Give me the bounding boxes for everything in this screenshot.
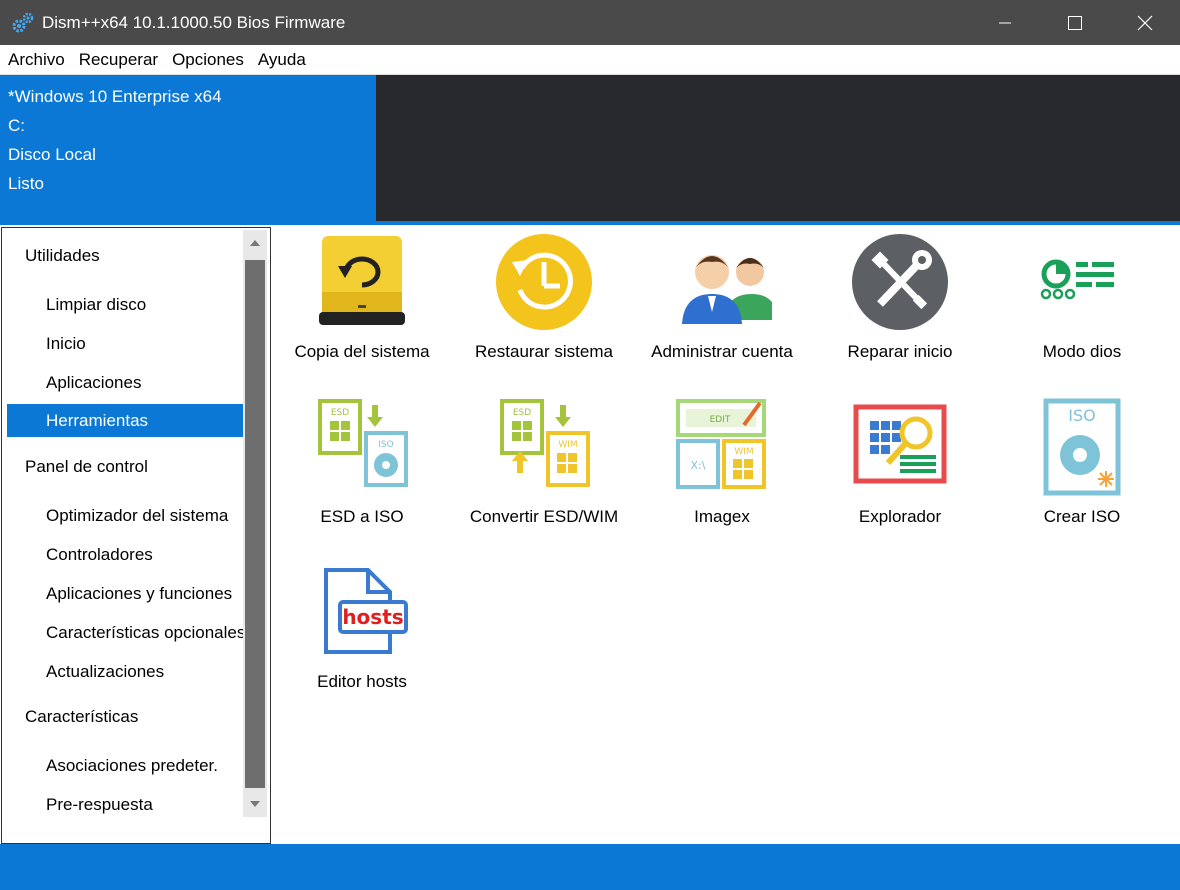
session-list-area xyxy=(376,75,1180,223)
tool-explorador[interactable]: Explorador xyxy=(810,397,990,547)
tool-copia-del-sistema[interactable]: Copia del sistema xyxy=(272,232,452,382)
tool-label: Explorador xyxy=(858,507,942,526)
wim-icon-text: WIM xyxy=(558,440,577,450)
tool-modo-dios[interactable]: Modo dios xyxy=(992,232,1172,382)
imagex-icon: EDIT X:\ WIM xyxy=(672,397,772,497)
iso-icon-text: ISO xyxy=(378,440,393,450)
minimize-icon xyxy=(999,22,1011,23)
gears-icon xyxy=(10,10,36,36)
menu-ayuda[interactable]: Ayuda xyxy=(258,50,306,70)
scroll-up-arrow-icon[interactable] xyxy=(243,232,267,254)
wim-icon-text: WIM xyxy=(734,447,753,457)
tool-label: Administrar cuenta xyxy=(651,342,793,361)
close-icon xyxy=(1137,15,1153,30)
header-divider xyxy=(0,221,1180,225)
os-name: *Windows 10 Enterprise x64 xyxy=(8,87,222,106)
esd-icon-text: ESD xyxy=(331,408,349,418)
restore-clock-icon xyxy=(494,232,594,332)
scroll-down-arrow-icon[interactable] xyxy=(243,793,267,815)
system-backup-drive-icon xyxy=(312,232,412,332)
sidebar: Utilidades Limpiar disco Inicio Aplicaci… xyxy=(1,227,271,844)
nav-group-utilidades: Utilidades xyxy=(25,246,100,265)
tool-label: Crear ISO xyxy=(1043,507,1121,526)
hosts-file-icon: hosts xyxy=(312,562,412,662)
sidebar-item-pre-respuesta[interactable]: Pre-respuesta xyxy=(7,788,243,821)
menu-opciones[interactable]: Opciones xyxy=(172,50,244,70)
hosts-icon-text: hosts xyxy=(342,605,403,629)
iso-icon-text: ISO xyxy=(1068,406,1095,425)
repair-tools-icon xyxy=(850,232,950,332)
tool-esd-a-iso[interactable]: ESD ISO ESD a ISO xyxy=(272,397,452,547)
esd-icon-text: ESD xyxy=(513,408,531,418)
sidebar-item-herramientas[interactable]: Herramientas xyxy=(7,404,243,437)
edit-icon-text: EDIT xyxy=(710,415,731,425)
window-controls xyxy=(970,0,1180,45)
nav-group-panel-de-control: Panel de control xyxy=(25,457,148,476)
menu-recuperar[interactable]: Recuperar xyxy=(79,50,158,70)
sidebar-item-aplicaciones[interactable]: Aplicaciones xyxy=(7,366,243,399)
session-info-panel[interactable]: *Windows 10 Enterprise x64 C: Disco Loca… xyxy=(0,75,376,223)
tool-crear-iso[interactable]: ISO Crear ISO xyxy=(992,397,1172,547)
maximize-button[interactable] xyxy=(1040,0,1110,45)
tool-editor-hosts[interactable]: hosts Editor hosts xyxy=(272,562,452,712)
tool-administrar-cuenta[interactable]: Administrar cuenta xyxy=(632,232,812,382)
drive-letter: C: xyxy=(8,116,25,135)
convert-esd-wim-icon: ESD WIM xyxy=(494,397,594,497)
menu-bar: Archivo Recuperar Opciones Ayuda xyxy=(0,45,1180,75)
disk-name: Disco Local xyxy=(8,145,96,164)
tool-convertir-esd-wim[interactable]: ESD WIM Convertir ESD/WIM xyxy=(454,397,634,547)
sidebar-item-optimizador[interactable]: Optimizador del sistema xyxy=(7,499,243,532)
xa-icon-text: X:\ xyxy=(691,459,706,472)
sidebar-item-inicio[interactable]: Inicio xyxy=(7,327,243,360)
create-iso-icon: ISO xyxy=(1032,397,1132,497)
tools-panel: Copia del sistema Restaurar sistema Admi… xyxy=(272,227,1180,844)
nav-group-caracteristicas: Características xyxy=(25,707,139,726)
sidebar-scrollbar[interactable] xyxy=(243,230,267,817)
tool-label: Restaurar sistema xyxy=(475,342,613,361)
sidebar-item-caracteristicas-opcionales[interactable]: Características opcionales xyxy=(7,616,243,649)
tool-label: Copia del sistema xyxy=(294,342,430,361)
tool-reparar-inicio[interactable]: Reparar inicio xyxy=(810,232,990,382)
sidebar-item-controladores[interactable]: Controladores xyxy=(7,538,243,571)
tool-label: Reparar inicio xyxy=(847,342,953,361)
tool-label: Imagex xyxy=(694,507,750,526)
menu-archivo[interactable]: Archivo xyxy=(8,50,65,70)
tool-label: Convertir ESD/WIM xyxy=(469,507,619,526)
window-title: Dism++x64 10.1.1000.50 Bios Firmware xyxy=(42,12,346,32)
tool-label: Modo dios xyxy=(1042,342,1122,361)
session-status: Listo xyxy=(8,174,44,193)
close-button[interactable] xyxy=(1110,0,1180,45)
god-mode-icon xyxy=(1032,232,1132,332)
sidebar-item-aplicaciones-funciones[interactable]: Aplicaciones y funciones xyxy=(7,577,243,610)
sidebar-item-actualizaciones[interactable]: Actualizaciones xyxy=(7,655,243,688)
tool-restaurar-sistema[interactable]: Restaurar sistema xyxy=(454,232,634,382)
title-bar: Dism++x64 10.1.1000.50 Bios Firmware xyxy=(0,0,1180,45)
tool-label: Editor hosts xyxy=(317,672,407,691)
sidebar-item-limpiar-disco[interactable]: Limpiar disco xyxy=(7,288,243,321)
status-bar xyxy=(0,844,1180,890)
sidebar-item-asociaciones[interactable]: Asociaciones predeter. xyxy=(7,749,243,782)
explorer-search-icon xyxy=(850,397,950,497)
tool-label: ESD a ISO xyxy=(320,507,404,526)
tool-imagex[interactable]: EDIT X:\ WIM Imagex xyxy=(632,397,812,547)
scroll-thumb[interactable] xyxy=(245,260,265,788)
users-icon xyxy=(672,232,772,332)
maximize-icon xyxy=(1068,15,1082,30)
minimize-button[interactable] xyxy=(970,0,1040,45)
esd-to-iso-icon: ESD ISO xyxy=(312,397,412,497)
